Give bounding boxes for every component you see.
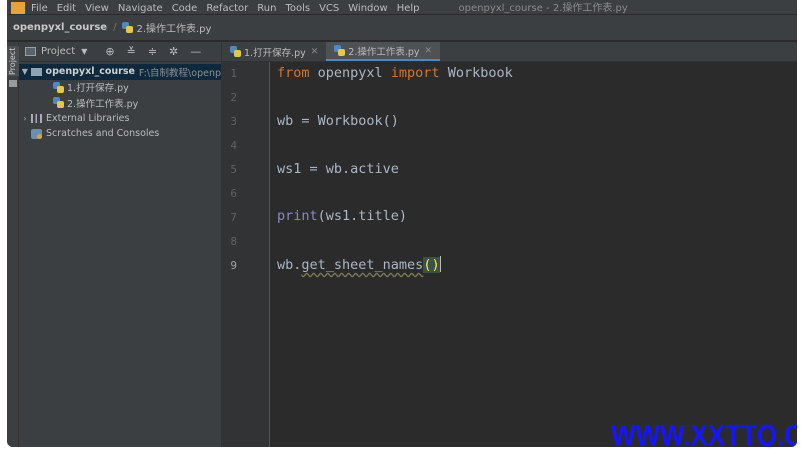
line-number: 5 xyxy=(230,163,237,176)
builtin-print: print xyxy=(277,208,318,224)
tree-item-label: External Libraries xyxy=(46,112,130,124)
line-number: 4 xyxy=(230,139,237,152)
python-file-icon xyxy=(230,46,241,57)
project-view-selector[interactable]: Project xyxy=(41,46,75,57)
print-args: (ws1.title) xyxy=(317,208,408,224)
line-number: 7 xyxy=(230,211,237,224)
line-number: 2 xyxy=(230,91,237,104)
code-line-9[interactable]: wb.get_sheet_names() xyxy=(277,256,442,273)
code-editor: 1.打开保存.py ✕ 2.操作工作表.py ✕ 1 2 3 4 5 6 7 8… xyxy=(222,42,797,447)
breadcrumb: openpyxl_course / 2.操作工作表.py xyxy=(7,15,797,41)
tree-item-label: 1.打开保存.py xyxy=(67,83,129,95)
line-number: 6 xyxy=(230,187,237,200)
folder-icon[interactable] xyxy=(9,80,17,87)
menu-bar: File Edit View Navigate Code Refactor Ru… xyxy=(7,0,797,14)
object-ref: wb. xyxy=(277,257,302,273)
python-file-icon xyxy=(122,22,134,33)
line-number: 3 xyxy=(230,115,237,128)
breadcrumb-project[interactable]: openpyxl_course xyxy=(13,22,107,33)
tab-label: 1.打开保存.py xyxy=(244,47,306,59)
library-icon xyxy=(31,113,42,123)
menu-vcs[interactable]: VCS xyxy=(319,4,339,14)
text-caret xyxy=(439,256,442,272)
keyword-from: from xyxy=(277,65,310,81)
gear-icon[interactable]: ✲ xyxy=(169,45,178,58)
chevron-down-icon[interactable]: ▼ xyxy=(81,47,87,56)
matched-parens: () xyxy=(423,257,440,273)
project-root-name: openpyxl_course xyxy=(45,66,135,78)
menu-window[interactable]: Window xyxy=(348,4,387,14)
pycharm-logo-icon xyxy=(11,2,25,14)
tab-label: 2.操作工作表.py xyxy=(348,46,420,58)
python-file-icon xyxy=(334,45,346,56)
locate-icon[interactable]: ⊕ xyxy=(105,45,114,58)
project-view-icon xyxy=(25,47,36,56)
code-line-1[interactable]: from openpyxl import Workbook xyxy=(277,65,513,81)
line-number-gutter: 1 2 3 4 5 6 7 8 9 xyxy=(222,62,270,447)
editor-tabs: 1.打开保存.py ✕ 2.操作工作表.py ✕ xyxy=(222,42,797,62)
menu-help[interactable]: Help xyxy=(397,4,420,14)
menu-file[interactable]: File xyxy=(31,4,48,14)
menu-edit[interactable]: Edit xyxy=(57,4,76,14)
code-area[interactable]: from openpyxl import Workbook wb = Workb… xyxy=(277,62,797,447)
ide-window: File Edit View Navigate Code Refactor Ru… xyxy=(7,0,797,447)
left-tool-strip: Project xyxy=(7,42,19,447)
tab-file-1[interactable]: 1.打开保存.py ✕ xyxy=(222,42,326,61)
keyword-import: import xyxy=(390,65,440,81)
breadcrumb-separator: / xyxy=(113,22,117,33)
folder-icon xyxy=(30,67,42,76)
menu-refactor[interactable]: Refactor xyxy=(206,4,248,14)
chevron-right-icon[interactable]: › xyxy=(19,114,31,123)
menu-run[interactable]: Run xyxy=(257,4,276,14)
line-number-current: 9 xyxy=(230,259,237,272)
tree-item-file[interactable]: 1.打开保存.py xyxy=(19,80,221,96)
code-line-3[interactable]: wb = Workbook() xyxy=(277,113,399,129)
line-number: 1 xyxy=(230,67,237,80)
menu-code[interactable]: Code xyxy=(172,4,198,14)
tree-item-project-root[interactable]: ▼ openpyxl_course F:\自制教程\openp xyxy=(19,64,221,80)
menu-view[interactable]: View xyxy=(85,4,109,14)
expand-all-icon[interactable]: ≚ xyxy=(127,45,136,58)
tree-item-file[interactable]: 2.操作工作表.py xyxy=(19,95,221,111)
tree-item-external-libraries[interactable]: › External Libraries xyxy=(19,111,221,127)
hide-icon[interactable]: — xyxy=(190,45,201,58)
code-line-5[interactable]: ws1 = wb.active xyxy=(277,161,399,177)
project-root-path: F:\自制教程\openp xyxy=(138,67,221,79)
python-file-icon xyxy=(53,81,64,93)
menu-tools[interactable]: Tools xyxy=(285,4,310,14)
close-icon[interactable]: ✕ xyxy=(425,46,433,56)
line-number: 8 xyxy=(230,235,237,248)
deprecated-method-call: get_sheet_names xyxy=(301,257,424,273)
project-tree: ▼ openpyxl_course F:\自制教程\openp 1.打开保存.p… xyxy=(19,62,221,142)
imported-name: Workbook xyxy=(439,65,513,81)
project-tool-window-button[interactable]: Project xyxy=(7,46,19,76)
project-panel: Project ▼ ⊕ ≚ ≑ ✲ — ▼ openpyxl_course F:… xyxy=(19,42,222,447)
python-file-icon xyxy=(53,97,64,109)
chevron-down-icon[interactable]: ▼ xyxy=(19,67,31,76)
watermark-logo: WWW.XXTTQ.COM xyxy=(611,418,797,447)
project-toolbar: Project ▼ ⊕ ≚ ≑ ✲ — xyxy=(19,42,221,62)
code-line-7[interactable]: print(ws1.title) xyxy=(277,208,407,224)
tree-item-scratches[interactable]: Scratches and Consoles xyxy=(19,126,221,142)
module-name: openpyxl xyxy=(309,65,391,81)
breadcrumb-file[interactable]: 2.操作工作表.py xyxy=(136,20,211,35)
close-icon[interactable]: ✕ xyxy=(311,47,319,57)
scratches-icon xyxy=(31,128,42,139)
collapse-all-icon[interactable]: ≑ xyxy=(148,45,157,58)
tab-file-2[interactable]: 2.操作工作表.py ✕ xyxy=(326,42,441,61)
window-title: openpyxl_course - 2.操作工作表.py xyxy=(458,3,628,14)
menu-navigate[interactable]: Navigate xyxy=(118,4,163,14)
tree-item-label: Scratches and Consoles xyxy=(46,128,160,140)
tree-item-label: 2.操作工作表.py xyxy=(67,98,139,110)
